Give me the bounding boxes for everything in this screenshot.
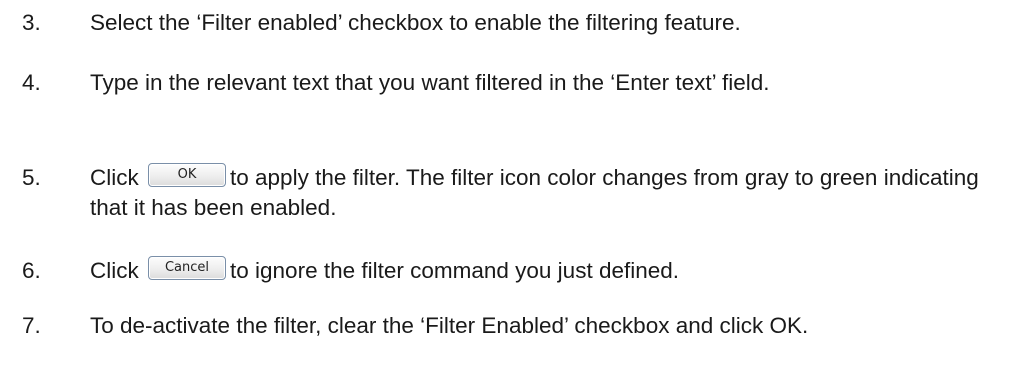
step-text: Type in the relevant text that you want …: [90, 70, 770, 95]
step-number: 4.: [22, 70, 41, 95]
ok-button-image: OK: [148, 163, 227, 188]
step-number: 5.: [22, 165, 41, 190]
cancel-button-image: Cancel: [148, 256, 227, 281]
step-text: Click Cancel to ignore the filter command…: [90, 256, 1020, 286]
step-text-before: Click: [90, 258, 139, 283]
step-number: 6.: [22, 258, 41, 283]
step-text-before: Click: [90, 165, 139, 190]
step-text: Click OK to apply the filter. The filter …: [90, 163, 1020, 223]
step-text: Select the ‘Filter enabled’ checkbox to …: [90, 10, 741, 35]
step-number: 3.: [22, 10, 41, 35]
step-text-after: to ignore the filter command you just de…: [230, 258, 680, 283]
step-number: 7.: [22, 313, 41, 338]
step-text: To de-activate the filter, clear the ‘Fi…: [90, 313, 809, 338]
